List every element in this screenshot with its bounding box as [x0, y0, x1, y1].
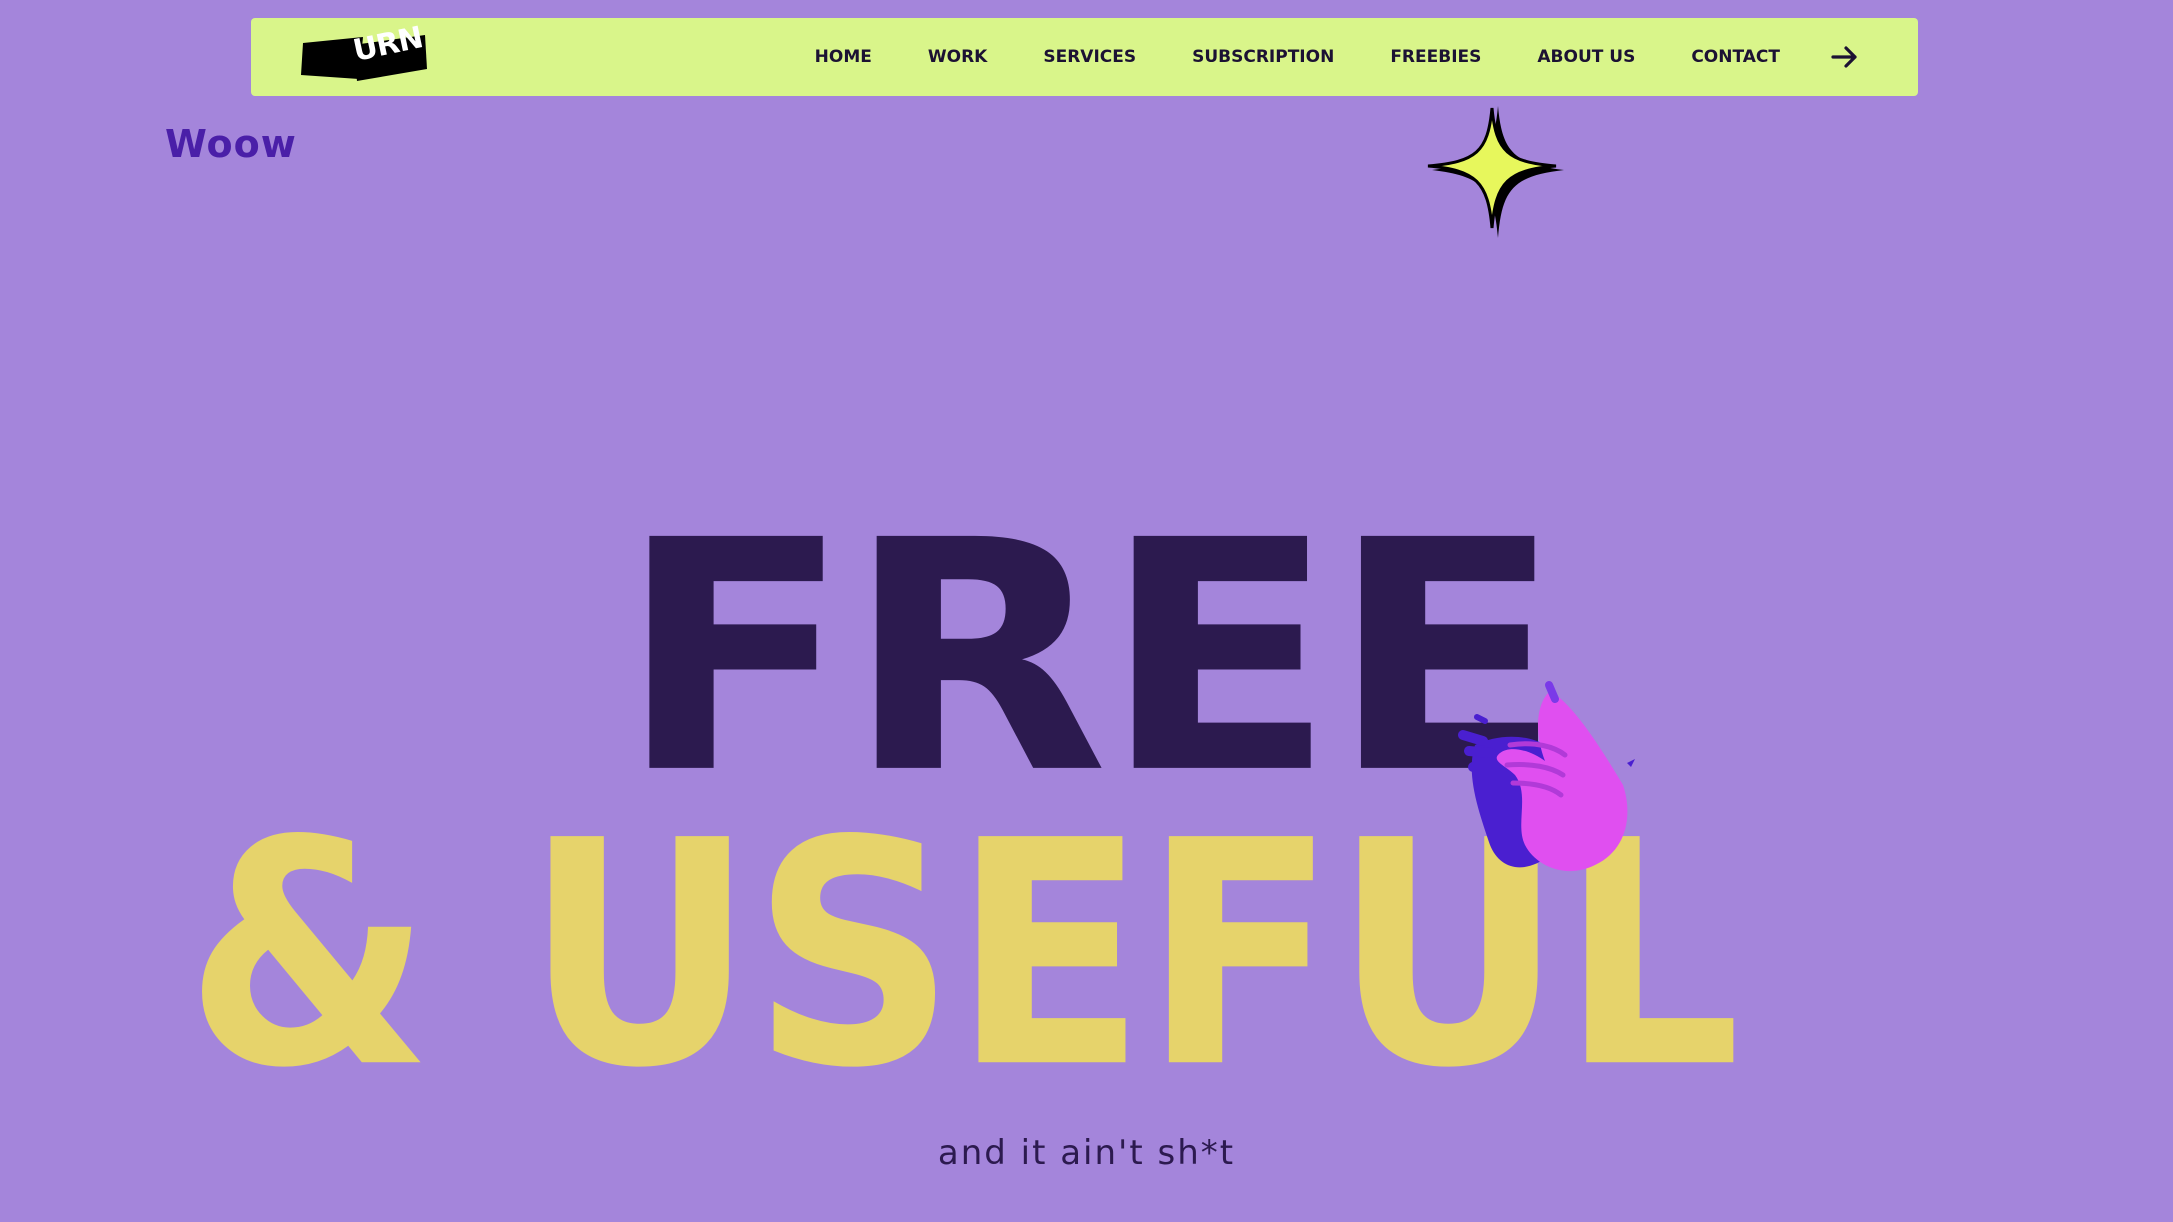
nav-item-freebies[interactable]: FREEBIES — [1390, 47, 1481, 67]
headline-line1: FREE — [618, 473, 1563, 844]
main-nav: HOME WORK SERVICES SUBSCRIPTION FREEBIES… — [815, 18, 1860, 96]
nav-item-work[interactable]: WORK — [928, 47, 987, 67]
navbar: URN HOME WORK SERVICES SUBSCRIPTION FREE… — [251, 18, 1918, 96]
nav-item-home[interactable]: HOME — [815, 47, 872, 67]
logo[interactable]: URN — [299, 20, 429, 83]
arrow-right-icon[interactable] — [1830, 42, 1860, 72]
nav-item-services[interactable]: SERVICES — [1043, 47, 1136, 67]
waving-hand-icon — [1455, 675, 1735, 890]
tagline: and it ain't sh*t — [937, 1133, 1236, 1173]
nav-item-contact[interactable]: CONTACT — [1691, 47, 1780, 67]
nav-item-subscription[interactable]: SUBSCRIPTION — [1192, 47, 1334, 67]
corner-text: Woow — [165, 122, 297, 166]
sparkle-icon — [1422, 102, 1568, 242]
nav-item-about-us[interactable]: ABOUT US — [1537, 47, 1635, 67]
